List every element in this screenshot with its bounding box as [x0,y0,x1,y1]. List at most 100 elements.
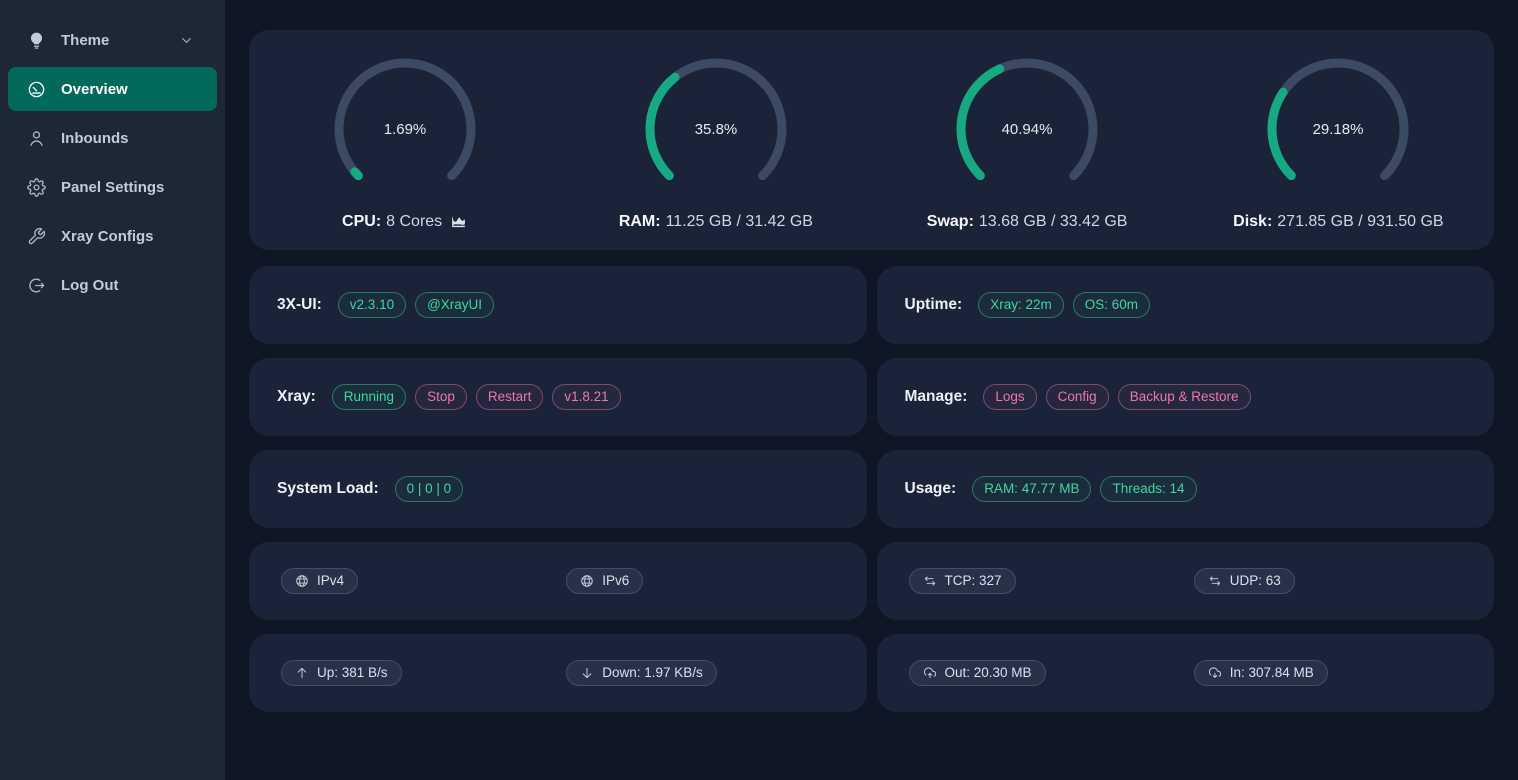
sidebar: Theme Overview Inbounds Panel Settings X… [0,0,225,780]
config-button[interactable]: Config [1046,384,1109,411]
disk-percent: 29.18% [1313,121,1364,138]
tcp-count-label: TCP: 327 [945,573,1002,588]
gauge-track [1272,63,1404,176]
sidebar-item-panel-settings[interactable]: Panel Settings [8,165,217,209]
xray-version-badge[interactable]: v1.8.21 [552,384,620,411]
cpu-gauge: 1.69% CPU: 8 Cores [249,50,560,231]
swap-percent: 40.94% [1002,121,1053,138]
sidebar-item-label: Overview [61,81,128,98]
cpu-label-bold: CPU: [342,213,381,231]
cpu-history-chart-icon[interactable] [450,213,467,230]
telegram-channel-badge[interactable]: @XrayUI [415,292,494,319]
disk-gauge: 29.18% Disk: 271.85 GB / 931.50 GB [1183,50,1494,231]
cloud-upload-icon [923,666,937,680]
upload-speed-cell: Up: 381 B/s [249,660,553,686]
transfer-icon [1208,574,1222,588]
ram-gauge-chart: 35.8% [641,54,791,204]
gauge-fill [354,171,358,175]
sidebar-item-theme[interactable]: Theme [8,18,217,62]
chevron-down-icon [179,31,198,50]
swap-gauge: 40.94% Swap: 13.68 GB / 33.42 GB [872,50,1183,231]
cpu-label: CPU: 8 Cores [342,213,467,231]
uptime-card: Uptime: Xray: 22m OS: 60m [877,266,1495,344]
connections-card: TCP: 327 UDP: 63 [877,542,1495,620]
xray-stop-button[interactable]: Stop [415,384,467,411]
disk-label: Disk: 271.85 GB / 931.50 GB [1233,213,1443,231]
ipv6-tag[interactable]: IPv6 [566,568,643,594]
cloud-download-icon [1208,666,1222,680]
sidebar-item-inbounds[interactable]: Inbounds [8,116,217,160]
logout-icon [27,276,46,295]
logs-button[interactable]: Logs [983,384,1036,411]
os-uptime-badge: OS: 60m [1073,292,1150,319]
threads-badge: Threads: 14 [1100,476,1196,503]
sidebar-item-label: Inbounds [61,130,129,147]
globe-icon [295,574,309,588]
traffic-out-tag: Out: 20.30 MB [909,660,1046,686]
overview-content: 1.69% CPU: 8 Cores 35.8% RAM: 11.25 GB /… [225,0,1518,780]
system-load-card: System Load: 0 | 0 | 0 [249,450,867,528]
swap-gauge-chart: 40.94% [952,54,1102,204]
ipv4-cell: IPv4 [249,568,553,594]
disk-label-bold: Disk: [1233,213,1272,231]
usage-card: Usage: RAM: 47.77 MB Threads: 14 [877,450,1495,528]
ram-gauge: 35.8% RAM: 11.25 GB / 31.42 GB [560,50,871,231]
traffic-out-cell: Out: 20.30 MB [877,660,1181,686]
swap-label-value: 13.68 GB / 33.42 GB [979,213,1128,231]
download-speed-tag: Down: 1.97 KB/s [566,660,717,686]
panel-version-card: 3X-UI: v2.3.10 @XrayUI [249,266,867,344]
traffic-in-cell: In: 307.84 MB [1190,660,1494,686]
udp-cell: UDP: 63 [1190,568,1494,594]
manage-label: Manage: [905,388,968,406]
panel-version-label: 3X-UI: [277,296,322,314]
upload-speed-tag: Up: 381 B/s [281,660,402,686]
udp-count-tag: UDP: 63 [1194,568,1295,594]
sidebar-item-xray-configs[interactable]: Xray Configs [8,214,217,258]
ram-usage-badge: RAM: 47.77 MB [972,476,1091,503]
tcp-count-tag: TCP: 327 [909,568,1016,594]
cpu-percent: 1.69% [383,121,426,138]
manage-card: Manage: Logs Config Backup & Restore [877,358,1495,436]
sidebar-item-overview[interactable]: Overview [8,67,217,111]
usage-label: Usage: [905,480,957,498]
backup-restore-button[interactable]: Backup & Restore [1118,384,1251,411]
swap-label: Swap: 13.68 GB / 33.42 GB [927,213,1128,231]
gauge-fill [1272,92,1291,175]
ipv4-tag[interactable]: IPv4 [281,568,358,594]
ipv6-tag-label: IPv6 [602,573,629,588]
sidebar-item-label: Panel Settings [61,179,164,196]
system-load-label: System Load: [277,480,379,498]
arrow-up-icon [295,666,309,680]
sidebar-item-label: Log Out [61,277,118,294]
gauge-icon [27,80,46,99]
uptime-label: Uptime: [905,296,963,314]
sidebar-item-log-out[interactable]: Log Out [8,263,217,307]
user-icon [27,129,46,148]
gauge-fill [961,68,1000,175]
ram-percent: 35.8% [695,121,738,138]
xray-label: Xray: [277,388,316,406]
ram-label: RAM: 11.25 GB / 31.42 GB [619,213,813,231]
cpu-gauge-chart: 1.69% [330,54,480,204]
traffic-in-tag: In: 307.84 MB [1194,660,1328,686]
cpu-label-value: 8 Cores [386,213,442,231]
system-gauges-card: 1.69% CPU: 8 Cores 35.8% RAM: 11.25 GB /… [249,30,1494,250]
ram-label-value: 11.25 GB / 31.42 GB [666,213,813,231]
xray-restart-button[interactable]: Restart [476,384,544,411]
tcp-cell: TCP: 327 [877,568,1181,594]
bulb-icon [27,31,46,50]
xray-running-badge: Running [332,384,406,411]
system-load-badge: 0 | 0 | 0 [395,476,464,503]
gear-icon [27,178,46,197]
sidebar-item-label: Xray Configs [61,228,154,245]
info-grid: 3X-UI: v2.3.10 @XrayUI Uptime: Xray: 22m… [249,266,1494,712]
transfer-icon [923,574,937,588]
xray-uptime-badge: Xray: 22m [978,292,1064,319]
udp-count-label: UDP: 63 [1230,573,1281,588]
gauge-fill [650,77,675,175]
gauge-track [339,63,471,176]
xray-status-card: Xray: Running Stop Restart v1.8.21 [249,358,867,436]
ram-label-bold: RAM: [619,213,661,231]
speed-card: Up: 381 B/s Down: 1.97 KB/s [249,634,867,712]
ipv4-tag-label: IPv4 [317,573,344,588]
